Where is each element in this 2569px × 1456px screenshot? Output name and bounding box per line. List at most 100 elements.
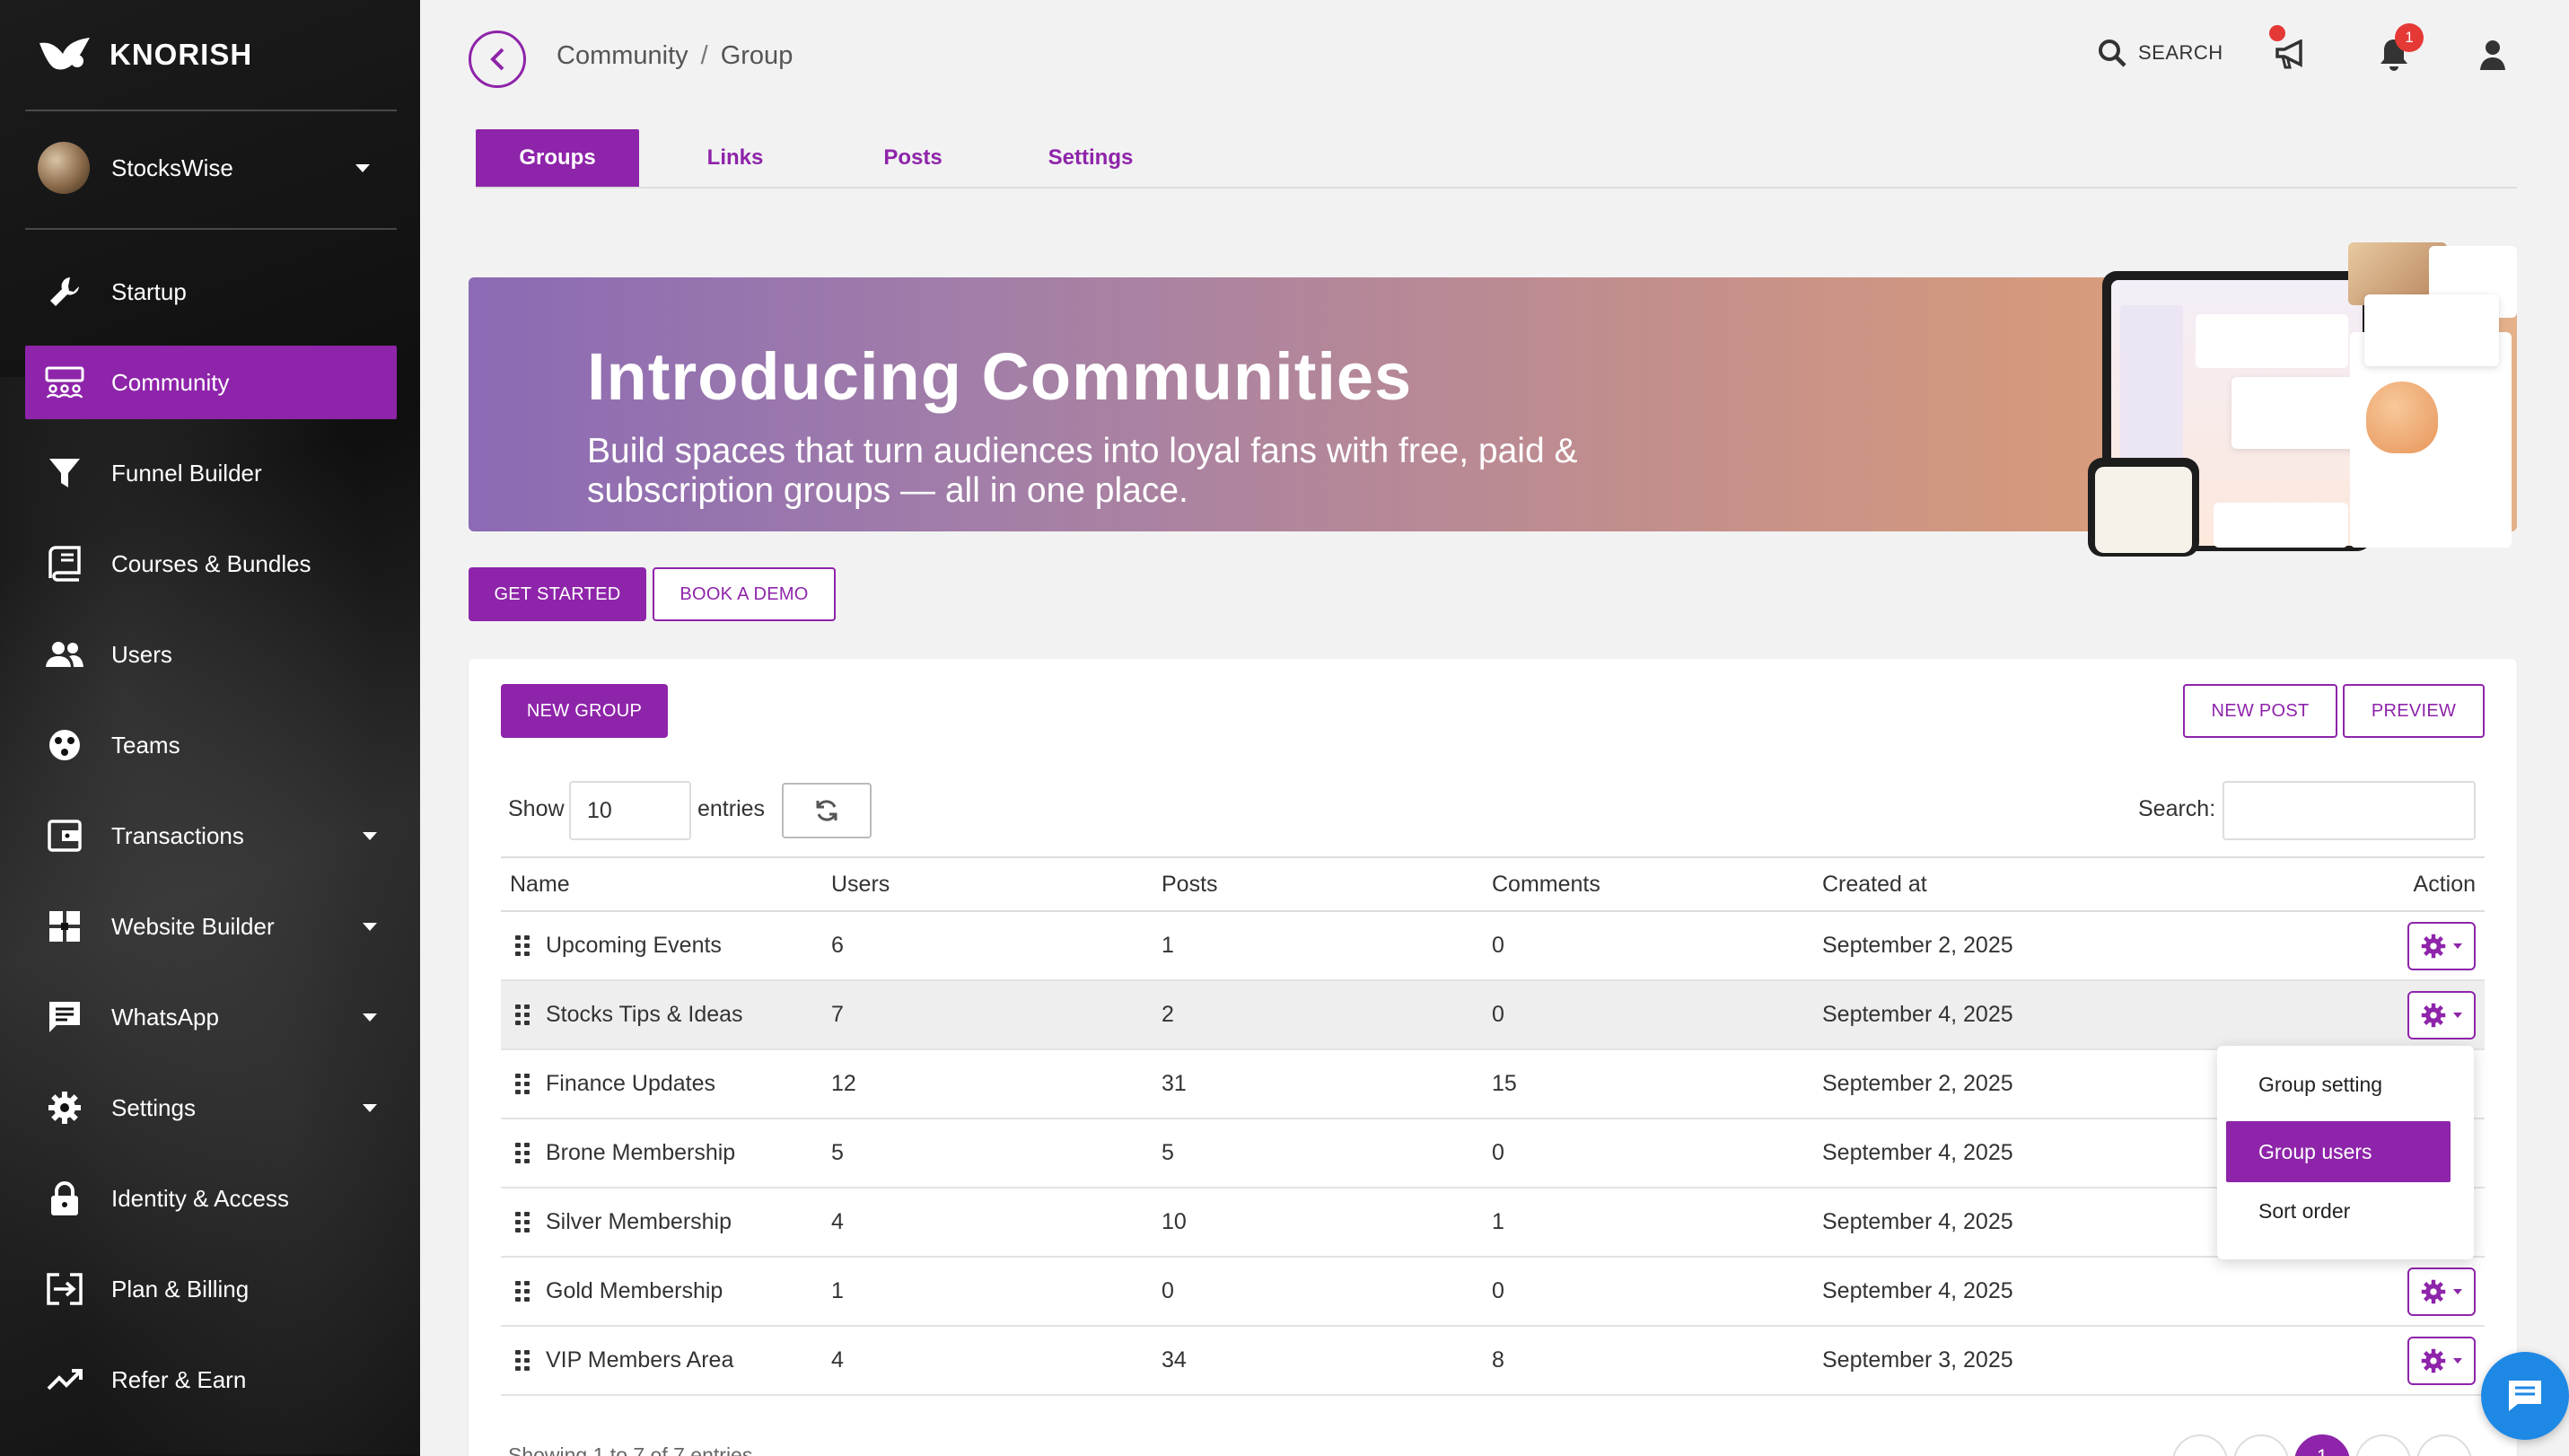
group-posts-count: 5 [1162,1140,1174,1165]
chat-icon [45,997,84,1037]
chevron-down-icon [2453,1357,2462,1364]
table-row: VIP Members Area 4 34 8 September 3, 202… [501,1327,2485,1396]
refresh-button[interactable] [782,783,872,838]
sidebar-item-label: Startup [111,277,187,305]
sidebar-item-plan-billing[interactable]: Plan & Billing [25,1252,397,1326]
table-info: Showing 1 to 7 of 7 entries [508,1443,753,1456]
table-header: Name Users Posts Comments Created at Act… [501,856,2485,912]
new-group-button[interactable]: NEW GROUP [501,684,668,738]
search-icon [2099,39,2126,67]
drag-handle-icon[interactable] [515,1280,530,1303]
tab-groups[interactable]: Groups [476,129,639,187]
drag-handle-icon[interactable] [515,1349,530,1372]
column-header-comments[interactable]: Comments [1492,872,1822,898]
breadcrumb-community[interactable]: Community [557,41,688,70]
sidebar-item-settings[interactable]: Settings [25,1071,397,1145]
group-name[interactable]: Stocks Tips & Ideas [546,1002,743,1028]
column-header-name[interactable]: Name [501,872,831,898]
chevron-down-icon [363,922,377,931]
account-avatar [38,142,90,194]
breadcrumb-separator: / [700,41,708,70]
group-comments-count: 8 [1492,1347,1504,1373]
banner-title: Introducing Communities [587,339,1413,414]
get-started-button[interactable]: GET STARTED [469,567,646,621]
menu-item-group-users[interactable]: Group users [2226,1121,2451,1182]
group-name[interactable]: Gold Membership [546,1278,723,1304]
group-name[interactable]: Upcoming Events [546,933,722,959]
group-comments-count: 0 [1492,1140,1504,1165]
notifications-button[interactable]: 1 [2372,23,2424,77]
drag-handle-icon[interactable] [515,1073,530,1095]
tab-links[interactable]: Links [653,129,817,187]
chat-bubble-icon [2509,1381,2541,1411]
group-users-count: 12 [831,1071,856,1096]
sidebar: KNORISH StocksWise Startup Community Fun… [0,0,420,1456]
gear-icon [45,1088,84,1127]
table-row: Stocks Tips & Ideas 7 2 0 September 4, 2… [501,981,2485,1050]
groups-table: Name Users Posts Comments Created at Act… [501,856,2485,1396]
sidebar-item-courses-bundles[interactable]: Courses & Bundles [25,527,397,601]
sidebar-item-teams[interactable]: Teams [25,708,397,782]
website-icon [45,907,84,946]
chat-widget-button[interactable] [2481,1352,2569,1440]
sidebar-item-transactions[interactable]: Transactions [25,799,397,873]
tab-posts[interactable]: Posts [831,129,995,187]
drag-handle-icon[interactable] [515,934,530,957]
group-name[interactable]: VIP Members Area [546,1347,733,1373]
group-posts-count: 31 [1162,1071,1187,1096]
column-header-posts[interactable]: Posts [1162,872,1492,898]
book-icon [45,544,84,583]
entries-per-page-select[interactable]: 10 [569,781,691,840]
announcements-button[interactable] [2269,25,2314,77]
group-created-at: September 3, 2025 [1822,1347,2013,1373]
drag-handle-icon[interactable] [515,1142,530,1164]
sidebar-item-identity-access[interactable]: Identity & Access [25,1162,397,1235]
book-demo-button[interactable]: BOOK A DEMO [653,567,836,621]
menu-item-group-setting[interactable]: Group setting [2226,1054,2451,1115]
group-users-count: 7 [831,1002,844,1027]
sidebar-item-whatsapp[interactable]: WhatsApp [25,980,397,1054]
row-action-button[interactable] [2407,990,2476,1039]
sidebar-item-label: Plan & Billing [111,1275,250,1303]
brand[interactable]: KNORISH [38,34,252,75]
row-action-button[interactable] [2407,1267,2476,1316]
group-posts-count: 1 [1162,933,1174,958]
account-switcher[interactable]: StocksWise [38,142,370,194]
new-post-button[interactable]: NEW POST [2183,684,2337,738]
drag-handle-icon[interactable] [515,1004,530,1026]
chevron-down-icon [363,1013,377,1022]
column-header-users[interactable]: Users [831,872,1162,898]
gear-icon [2421,934,2446,958]
sidebar-item-users[interactable]: Users [25,618,397,691]
sidebar-item-startup[interactable]: Startup [25,255,397,329]
menu-item-sort-order[interactable]: Sort order [2226,1180,2451,1241]
drag-handle-icon[interactable] [515,1211,530,1233]
profile-button[interactable] [2470,32,2515,77]
chevron-down-icon [2453,943,2462,949]
group-users-count: 1 [831,1278,844,1303]
row-action-button[interactable] [2407,1336,2476,1385]
preview-button[interactable]: PREVIEW [2343,684,2485,738]
group-name[interactable]: Silver Membership [546,1209,732,1235]
table-search-input[interactable] [2223,781,2476,840]
header-search-button[interactable]: SEARCH [2097,38,2223,68]
sidebar-item-community[interactable]: Community [25,346,397,419]
banner-subtitle: Build spaces that turn audiences into lo… [587,432,1578,510]
row-action-button[interactable] [2407,921,2476,970]
tab-settings[interactable]: Settings [1009,129,1172,187]
group-created-at: September 4, 2025 [1822,1278,2013,1303]
back-button[interactable] [469,31,526,88]
group-posts-count: 2 [1162,1002,1174,1027]
sidebar-item-website-builder[interactable]: Website Builder [25,890,397,963]
group-comments-count: 0 [1492,1278,1504,1303]
group-name[interactable]: Brone Membership [546,1140,735,1166]
table-row: Gold Membership 1 0 0 September 4, 2025 [501,1258,2485,1327]
breadcrumb: Community / Group [557,41,793,71]
sidebar-item-label: Community [111,368,230,396]
table-search-label: Search: [2138,796,2216,821]
table-row: Finance Updates 12 31 15 September 2, 20… [501,1050,2485,1119]
sidebar-item-funnel-builder[interactable]: Funnel Builder [25,436,397,510]
sidebar-item-refer-earn[interactable]: Refer & Earn [25,1343,397,1417]
group-name[interactable]: Finance Updates [546,1071,715,1097]
column-header-created-at[interactable]: Created at [1822,872,2271,898]
